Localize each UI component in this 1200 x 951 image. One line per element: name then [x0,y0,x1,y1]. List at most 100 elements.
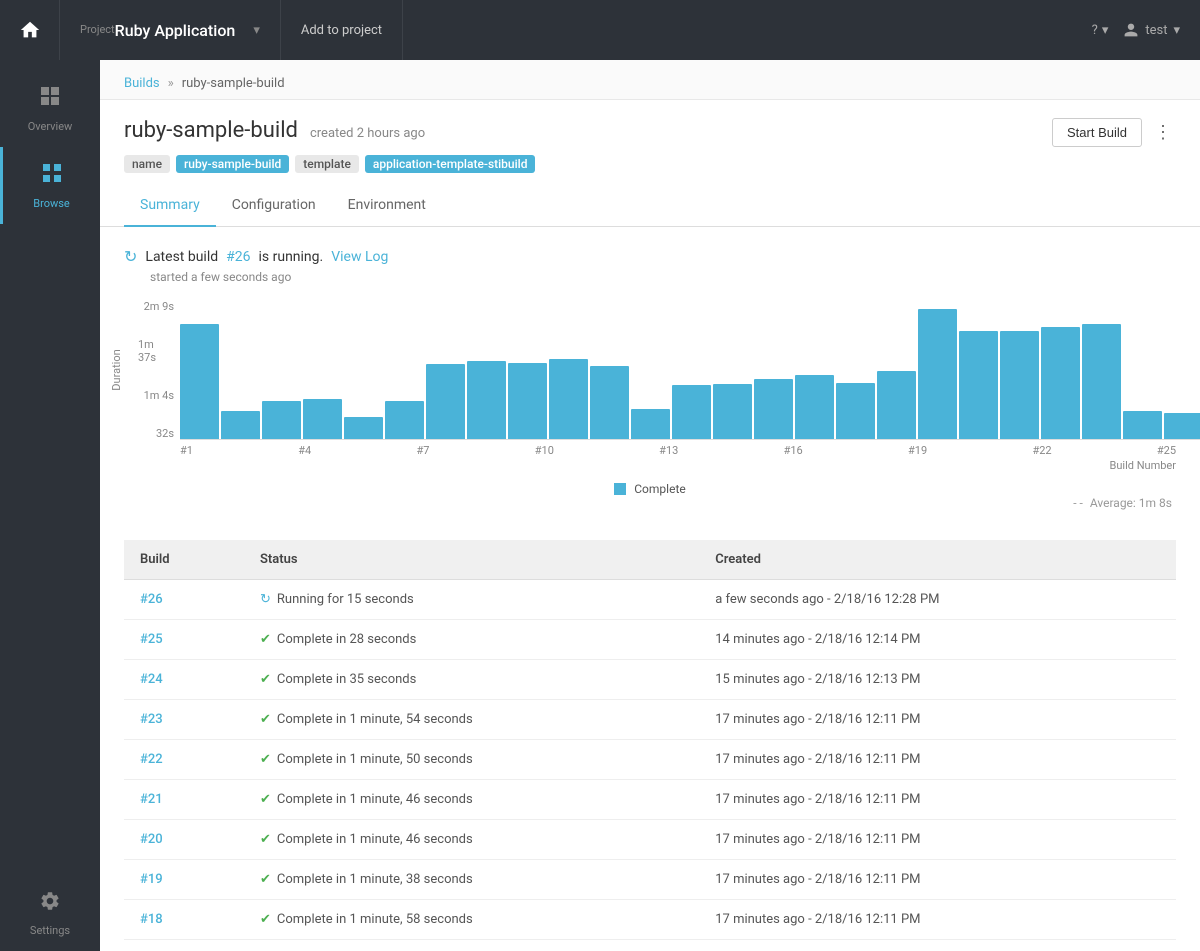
tab-summary[interactable]: Summary [124,185,216,227]
average-value: Average: 1m 8s [1090,496,1172,510]
bar-#13 [672,385,711,439]
x-label-#10: #10 [535,444,554,457]
x-axis-labels: #1#4#7#10#13#16#19#22#25 [180,444,1176,457]
view-log-link[interactable]: View Log [331,249,388,265]
project-section: Project Ruby Application ▾ [60,0,281,60]
tabs-bar: Summary Configuration Environment [100,185,1200,227]
builds-table-body: #26↻Running for 15 secondsa few seconds … [124,580,1176,951]
bar-#23 [1082,324,1121,439]
created-cell: 17 minutes ago - 2/18/16 12:11 PM [699,740,1176,780]
bar-#8 [467,361,506,439]
bar-#14 [713,384,752,439]
tab-configuration[interactable]: Configuration [216,185,332,227]
check-icon: ✔ [260,712,271,727]
user-label: test [1145,23,1167,38]
build-link-#18[interactable]: #18 [140,912,163,927]
bar-#17 [836,383,875,439]
y-label-3: 1m 4s [144,389,174,402]
bar-#15 [754,379,793,439]
table-row: #25✔Complete in 28 seconds14 minutes ago… [124,620,1176,660]
build-link-#23[interactable]: #23 [140,712,163,727]
table-header-row: Build Status Created [124,540,1176,580]
build-link-#24[interactable]: #24 [140,672,163,687]
tab-environment[interactable]: Environment [332,185,442,227]
bar-#1 [180,324,219,439]
build-tags: name ruby-sample-build template applicat… [124,155,535,173]
project-name: Ruby Application [115,21,236,40]
created-cell: 17 minutes ago - 2/18/16 12:11 PM [699,820,1176,860]
sidebar-item-browse[interactable]: Browse [0,147,100,224]
table-row: #22✔Complete in 1 minute, 50 seconds17 m… [124,740,1176,780]
bar-#25 [1164,413,1200,439]
user-button[interactable]: test ▾ [1123,22,1180,38]
home-button[interactable] [0,0,60,60]
sidebar: Overview Browse Settings [0,60,100,951]
build-link-#20[interactable]: #20 [140,832,163,847]
top-bar: Project Ruby Application ▾ Add to projec… [0,0,1200,60]
build-link-#25[interactable]: #25 [140,632,163,647]
latest-build-number[interactable]: #26 [226,249,250,265]
x-label-#25: #25 [1157,444,1176,457]
x-label-#16: #16 [784,444,803,457]
add-to-project-button[interactable]: Add to project [281,0,403,60]
check-icon: ✔ [260,912,271,927]
bar-#18 [877,371,916,439]
breadcrumb-builds-link[interactable]: Builds [124,76,160,91]
check-icon: ✔ [260,632,271,647]
sidebar-item-overview[interactable]: Overview [0,70,100,147]
build-name: ruby-sample-build [124,118,298,143]
summary-content: ↻ Latest build #26 is running. View Log … [100,227,1200,951]
latest-build-prefix: Latest build [145,249,218,265]
average-line: - - Average: 1m 8s [124,496,1176,510]
help-chevron-icon: ▾ [1102,23,1109,38]
x-label-#7: #7 [417,444,430,457]
th-status: Status [244,540,699,580]
build-created: created 2 hours ago [310,126,425,141]
created-cell: 17 minutes ago - 2/18/16 12:11 PM [699,700,1176,740]
running-status-icon: ↻ [260,592,271,607]
started-ago: started a few seconds ago [150,270,1176,284]
table-row: #18✔Complete in 1 minute, 58 seconds17 m… [124,900,1176,940]
x-label-#22: #22 [1032,444,1051,457]
x-label-#1: #1 [180,444,193,457]
tag-name-value: ruby-sample-build [176,155,289,173]
table-row: #19✔Complete in 1 minute, 38 seconds17 m… [124,860,1176,900]
created-cell: 17 minutes ago - 2/18/16 12:11 PM [699,780,1176,820]
check-icon: ✔ [260,832,271,847]
browse-icon [40,161,64,191]
running-icon: ↻ [124,247,137,266]
help-button[interactable]: ? ▾ [1092,23,1109,38]
project-dropdown-icon[interactable]: ▾ [253,23,260,38]
build-link-#21[interactable]: #21 [140,792,163,807]
bar-#16 [795,375,834,439]
x-axis-title: Build Number [124,459,1176,472]
created-cell: 17 minutes ago - 2/18/16 12:11 PM [699,940,1176,951]
bar-#24 [1123,411,1162,439]
x-label-#19: #19 [908,444,927,457]
start-build-button[interactable]: Start Build [1052,118,1142,147]
created-cell: 15 minutes ago - 2/18/16 12:13 PM [699,660,1176,700]
build-link-#19[interactable]: #19 [140,872,163,887]
build-title: ruby-sample-build created 2 hours ago [124,118,535,143]
sidebar-settings-label: Settings [30,924,70,937]
sidebar-overview-label: Overview [28,120,73,133]
legend-dot [614,483,626,495]
build-chart: Duration 2m 9s 1m 37s 1m 4s 32s [124,300,1176,510]
latest-build-status: ↻ Latest build #26 is running. View Log [124,247,1176,266]
more-options-icon[interactable]: ⋮ [1150,118,1176,147]
bar-#7 [426,364,465,439]
build-link-#26[interactable]: #26 [140,592,163,607]
bar-#4 [303,399,342,439]
bar-#2 [221,411,260,439]
sidebar-item-settings[interactable]: Settings [0,876,100,951]
build-title-section: ruby-sample-build created 2 hours ago na… [124,118,535,173]
build-header: ruby-sample-build created 2 hours ago na… [100,100,1200,185]
bar-#19 [918,309,957,439]
bar-#5 [344,417,383,439]
settings-icon [39,890,61,918]
build-link-#22[interactable]: #22 [140,752,163,767]
table-row: #20✔Complete in 1 minute, 46 seconds17 m… [124,820,1176,860]
main-area: Overview Browse Settings [0,60,1200,951]
created-cell: 17 minutes ago - 2/18/16 12:11 PM [699,860,1176,900]
app-container: Project Ruby Application ▾ Add to projec… [0,0,1200,951]
